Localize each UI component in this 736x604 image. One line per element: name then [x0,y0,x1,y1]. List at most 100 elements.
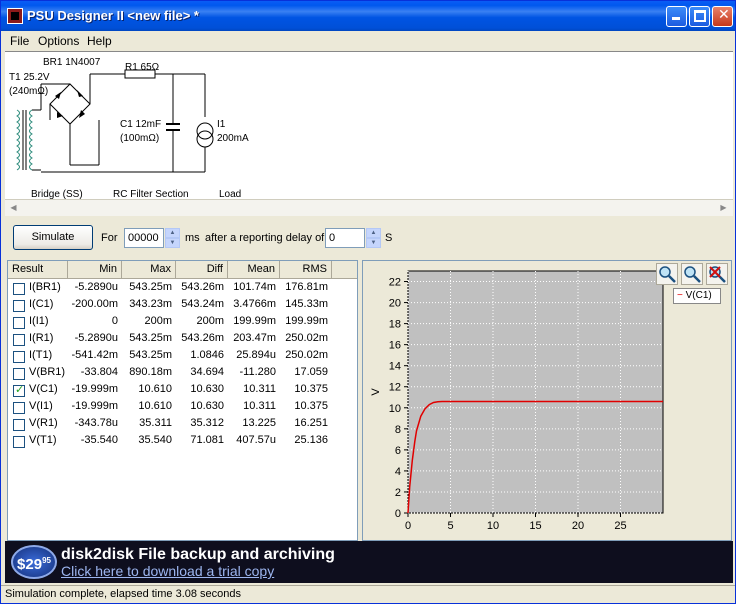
minimize-button[interactable] [666,6,687,27]
y-tick-label: 0 [395,508,401,520]
row-checkbox[interactable] [13,402,25,414]
row-checkbox[interactable] [13,334,25,346]
x-tick-label: 25 [614,520,626,532]
col-rms[interactable]: RMS [280,261,332,279]
delay-input[interactable]: 0 [325,228,365,248]
row-checkbox[interactable] [13,368,25,380]
spin-up-icon[interactable]: ▲ [366,228,381,238]
table-row[interactable]: I(I1) 0 200m 200m 199.99m 199.99m [8,314,357,331]
row-max: 543.25m [129,332,172,344]
row-mean: 101.74m [233,281,276,293]
schematic-canvas[interactable]: T1 25.2V (240mΩ) BR1 1N4007 R1 65Ω C1 12… [5,51,733,200]
transformer-label: T1 25.2V [9,72,50,83]
table-row[interactable]: V(BR1) -33.804 890.18m 34.694 -11.280 17.059 [8,365,357,382]
row-mean: 13.225 [242,417,276,429]
col-min[interactable]: Min [68,261,122,279]
row-name: I(BR1) [29,281,61,293]
col-result[interactable]: Result [8,261,68,279]
ad-banner[interactable]: $2995 disk2disk File backup and archivin… [5,541,733,583]
status-bar: Simulation complete, elapsed time 3.08 s… [1,585,735,603]
row-rms: 10.375 [294,400,328,412]
bridge-label: BR1 1N4007 [43,57,101,68]
row-checkbox[interactable] [13,419,25,431]
capacitor-res-label: (100mΩ) [120,133,160,144]
spin-up-icon[interactable]: ▲ [165,228,180,238]
row-rms: 25.136 [294,434,328,446]
menu-options[interactable]: Options [38,34,79,48]
row-checkbox[interactable] [13,351,25,363]
row-checkbox[interactable] [13,317,25,329]
row-name: V(R1) [29,417,58,429]
col-max[interactable]: Max [122,261,176,279]
x-tick-label: 0 [405,520,411,532]
scroll-right-icon[interactable]: ▶ [715,200,732,216]
row-diff: 543.24m [181,298,224,310]
table-row[interactable]: V(T1) -35.540 35.540 71.081 407.57u 25.136 [8,433,357,450]
row-diff: 10.630 [190,400,224,412]
row-checkbox[interactable] [13,300,25,312]
y-axis-label: V [370,388,382,396]
chart-legend: − V(C1) [673,288,721,304]
x-tick-label: 5 [447,520,453,532]
row-checkbox[interactable] [13,283,25,295]
row-max: 200m [144,315,172,327]
row-diff: 35.312 [190,417,224,429]
y-tick-label: 20 [389,298,401,310]
results-table: Result Min Max Diff Mean RMS I(BR1) -5.28… [7,260,358,541]
maximize-button[interactable] [689,6,710,27]
zoom-in-button[interactable] [656,263,678,285]
row-checkbox[interactable] [13,383,25,397]
row-mean: 25.894u [236,349,276,361]
table-row[interactable]: I(T1) -541.42m 543.25m 1.0846 25.894u 250.02m [8,348,357,365]
menu-help[interactable]: Help [87,34,112,48]
row-mean: 199.99m [233,315,276,327]
row-name: V(T1) [29,434,57,446]
banner-title: disk2disk File backup and archiving [61,546,335,563]
spin-down-icon[interactable]: ▼ [366,238,381,248]
table-row[interactable]: V(R1) -343.78u 35.311 35.312 13.225 16.251 [8,416,357,433]
table-row[interactable]: V(I1) -19.999m 10.610 10.630 10.311 10.375 [8,399,357,416]
row-checkbox[interactable] [13,436,25,448]
row-max: 35.540 [138,434,172,446]
zoom-out-button[interactable] [681,263,703,285]
s-label: S [385,232,393,244]
table-row[interactable]: V(C1) -19.999m 10.610 10.630 10.311 10.375 [8,382,357,399]
table-row[interactable]: I(C1) -200.00m 343.23m 543.24m 3.4766m 145.33… [8,297,357,314]
banner-download-link[interactable]: Click here to download a trial copy [61,563,274,579]
y-tick-label: 22 [389,277,401,289]
title-bar[interactable]: PSU Designer II <new file> * ✕ [1,1,735,31]
resistor-label: R1 65Ω [125,62,160,73]
col-mean[interactable]: Mean [228,261,280,279]
menu-file[interactable]: File [10,34,29,48]
row-max: 10.610 [138,400,172,412]
y-tick-label: 18 [389,319,401,331]
horizontal-scrollbar[interactable]: ◀ ▶ [5,199,733,216]
col-diff[interactable]: Diff [176,261,228,279]
spin-down-icon[interactable]: ▼ [165,238,180,248]
delay-spinner[interactable]: ▲ ▼ [366,228,381,248]
row-max: 890.18m [129,366,172,378]
zoom-reset-button[interactable] [706,263,728,285]
app-icon[interactable] [7,8,23,24]
row-mean: 203.47m [233,332,276,344]
row-name: I(R1) [29,332,54,344]
duration-input[interactable]: 00000 [124,228,164,248]
duration-spinner[interactable]: ▲ ▼ [165,228,180,248]
circuit-diagram [16,69,214,173]
x-tick-label: 15 [529,520,541,532]
row-min: -200.00m [71,298,118,310]
row-mean: 407.57u [236,434,276,446]
table-row[interactable]: I(R1) -5.2890u 543.25m 543.26m 203.47m 250.02… [8,331,357,348]
y-tick-label: 14 [389,361,401,373]
zoom-reset-icon [709,266,726,283]
close-button[interactable]: ✕ [712,6,733,27]
simulate-button[interactable]: Simulate [13,225,93,250]
scroll-left-icon[interactable]: ◀ [5,200,22,216]
load-label: I1 [217,119,226,130]
row-mean: 3.4766m [233,298,276,310]
row-max: 35.311 [139,417,172,429]
table-row[interactable]: I(BR1) -5.2890u 543.25m 543.26m 101.74m 176.8… [8,280,357,297]
menu-bar: File Options Help [1,31,735,50]
maximize-icon [694,10,706,22]
y-tick-label: 10 [389,403,401,415]
